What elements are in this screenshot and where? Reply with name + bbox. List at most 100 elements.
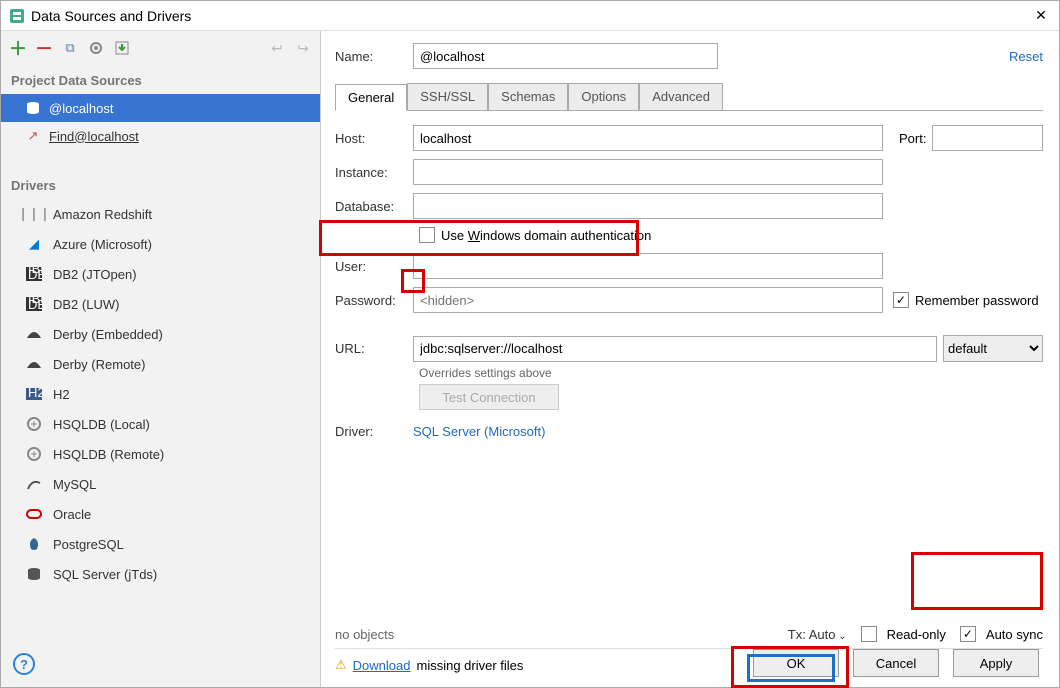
host-input[interactable] — [413, 125, 883, 151]
driver-label: HSQLDB (Remote) — [53, 447, 164, 462]
name-label: Name: — [335, 49, 413, 64]
main-panel: Name: Reset General SSH/SSL Schemas Opti… — [321, 31, 1059, 687]
port-label: Port: — [899, 131, 926, 146]
derby-icon — [25, 328, 43, 340]
driver-item[interactable]: IBMDB2DB2 (LUW) — [1, 289, 320, 319]
copy-icon[interactable]: ⧉ — [61, 39, 79, 57]
driver-item[interactable]: SQL Server (jTds) — [1, 559, 320, 589]
driver-label: PostgreSQL — [53, 537, 124, 552]
driver-item[interactable]: Derby (Remote) — [1, 349, 320, 379]
url-label: URL: — [335, 341, 413, 356]
remember-password-checkbox[interactable] — [893, 292, 909, 308]
project-data-sources-header: Project Data Sources — [1, 65, 320, 94]
import-icon[interactable] — [113, 39, 131, 57]
windows-auth-label: Use Windows domain authentication — [441, 228, 651, 243]
user-label: User: — [335, 259, 413, 274]
tab-advanced[interactable]: Advanced — [639, 83, 723, 110]
next-icon[interactable]: ↪ — [294, 39, 312, 57]
add-icon[interactable]: ＋ — [9, 39, 27, 57]
driver-label: SQL Server (jTds) — [53, 567, 157, 582]
svg-text:H2: H2 — [28, 388, 42, 400]
download-link[interactable]: Download — [353, 658, 411, 673]
database-input[interactable] — [413, 193, 883, 219]
port-input[interactable] — [932, 125, 1043, 151]
cancel-button[interactable]: Cancel — [853, 649, 939, 677]
help-icon[interactable]: ? — [13, 653, 35, 675]
driver-label: Azure (Microsoft) — [53, 237, 152, 252]
remember-password-label: Remember password — [915, 293, 1039, 308]
auto-sync-checkbox[interactable] — [960, 626, 976, 642]
window-title: Data Sources and Drivers — [31, 8, 1031, 24]
tab-options[interactable]: Options — [568, 83, 639, 110]
driver-item[interactable]: PostgreSQL — [1, 529, 320, 559]
override-note: Overrides settings above — [335, 366, 1043, 380]
reset-link[interactable]: Reset — [1009, 49, 1043, 64]
windows-auth-checkbox[interactable] — [419, 227, 435, 243]
app-icon — [9, 8, 25, 24]
remove-icon[interactable]: － — [35, 39, 53, 57]
azure-icon: ◢ — [25, 236, 43, 252]
driver-item[interactable]: Oracle — [1, 499, 320, 529]
data-source-item-localhost[interactable]: @localhost — [1, 94, 320, 122]
driver-item[interactable]: ◢ Azure (Microsoft) — [1, 229, 320, 259]
driver-item[interactable]: MySQL — [1, 469, 320, 499]
driver-label: MySQL — [53, 477, 96, 492]
sidebar-toolbar: ＋ － ⧉ ↩ ↪ — [1, 31, 320, 65]
name-input[interactable] — [413, 43, 718, 69]
driver-item[interactable]: Derby (Embedded) — [1, 319, 320, 349]
driver-label: Derby (Remote) — [53, 357, 145, 372]
highlight-auto-sync — [911, 552, 1043, 610]
driver-label: Derby (Embedded) — [53, 327, 163, 342]
tab-ssh-ssl[interactable]: SSH/SSL — [407, 83, 488, 110]
instance-input[interactable] — [413, 159, 883, 185]
download-text: missing driver files — [416, 658, 523, 673]
driver-item[interactable]: HSQLDB (Remote) — [1, 439, 320, 469]
password-input[interactable] — [413, 287, 883, 313]
read-only-checkbox[interactable] — [861, 626, 877, 642]
link-icon: ↗ — [25, 128, 41, 144]
close-icon[interactable]: ✕ — [1031, 7, 1051, 24]
data-source-label: @localhost — [49, 101, 114, 116]
postgresql-icon — [25, 537, 43, 551]
driver-label: Oracle — [53, 507, 91, 522]
derby-icon — [25, 358, 43, 370]
db2-icon: IBMDB2 — [25, 267, 43, 281]
sqlserver-icon — [25, 567, 43, 581]
oracle-icon — [25, 509, 43, 519]
read-only-label: Read-only — [887, 627, 946, 642]
redshift-icon: ❘❘❘ — [25, 206, 43, 222]
title-bar: Data Sources and Drivers ✕ — [1, 1, 1059, 31]
driver-item[interactable]: IBMDB2 DB2 (JTOpen) — [1, 259, 320, 289]
tab-schemas[interactable]: Schemas — [488, 83, 568, 110]
hsqldb-icon — [25, 417, 43, 431]
no-objects-label: no objects — [335, 627, 394, 642]
sidebar: ＋ － ⧉ ↩ ↪ Project Data Sources @localhos… — [1, 31, 321, 687]
tab-general[interactable]: General — [335, 84, 407, 111]
hsqldb-icon — [25, 447, 43, 461]
database-label: Database: — [335, 199, 413, 214]
svg-text:DB2: DB2 — [28, 267, 42, 281]
url-mode-select[interactable]: default — [943, 335, 1043, 362]
driver-label: DB2 (JTOpen) — [53, 267, 137, 282]
data-source-item-find-localhost[interactable]: ↗ Find@localhost — [1, 122, 320, 150]
mysql-icon — [25, 477, 43, 491]
test-connection-button[interactable]: Test Connection — [419, 384, 559, 410]
driver-label: Amazon Redshift — [53, 207, 152, 222]
password-label: Password: — [335, 293, 413, 308]
tx-mode-dropdown[interactable]: Tx: Auto ⌄ — [788, 627, 847, 642]
driver-item[interactable]: H2H2 — [1, 379, 320, 409]
ok-button[interactable]: OK — [753, 649, 839, 677]
url-input[interactable] — [413, 336, 937, 362]
driver-item[interactable]: ❘❘❘ Amazon Redshift — [1, 199, 320, 229]
prev-icon[interactable]: ↩ — [268, 39, 286, 57]
driver-label: DB2 (LUW) — [53, 297, 119, 312]
driver-link[interactable]: SQL Server (Microsoft) — [413, 424, 545, 439]
settings-icon[interactable] — [87, 39, 105, 57]
driver-label: HSQLDB (Local) — [53, 417, 150, 432]
apply-button[interactable]: Apply — [953, 649, 1039, 677]
host-label: Host: — [335, 131, 413, 146]
driver-item[interactable]: HSQLDB (Local) — [1, 409, 320, 439]
user-input[interactable] — [413, 253, 883, 279]
warning-icon: ⚠ — [335, 657, 347, 673]
svg-text:DB2: DB2 — [28, 297, 42, 311]
